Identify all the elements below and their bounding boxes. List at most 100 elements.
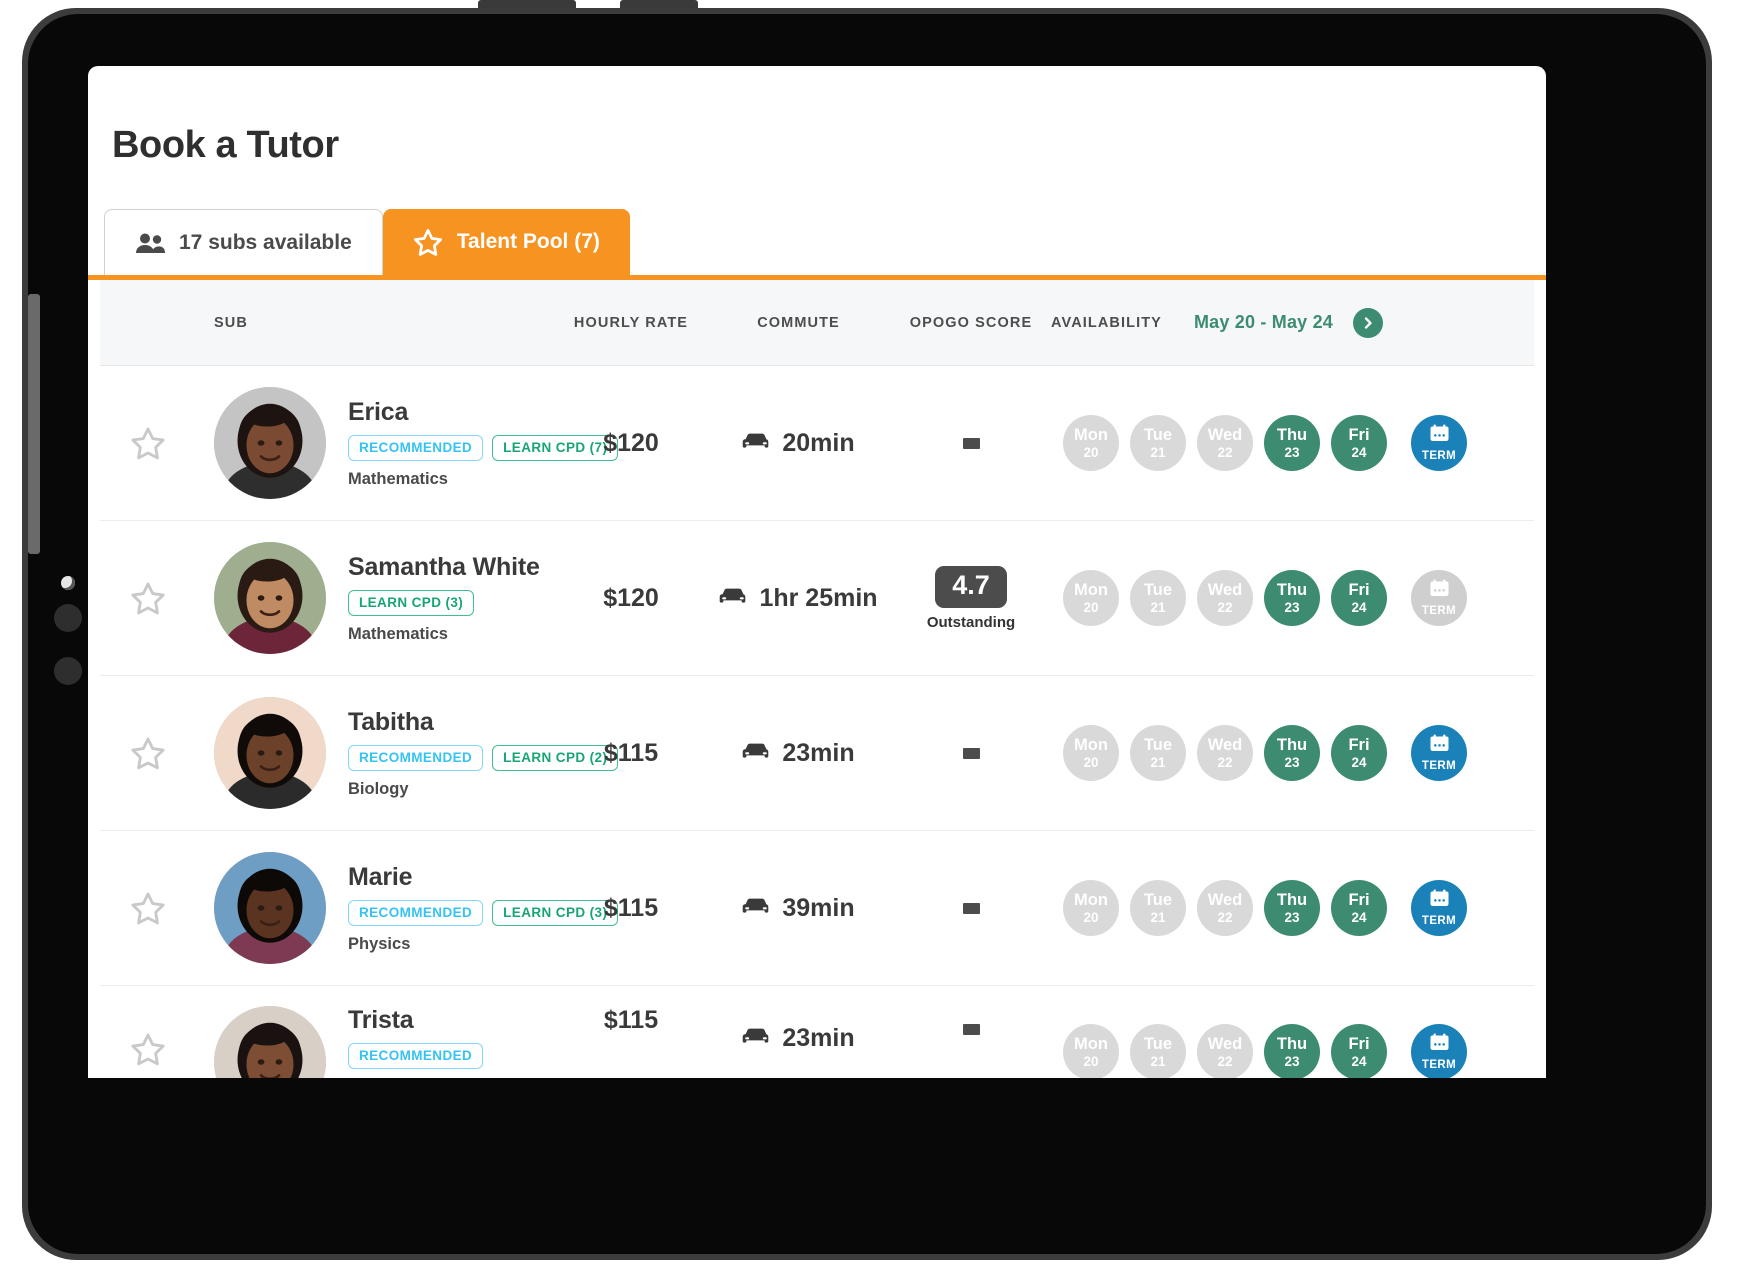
availability-day[interactable]: Wed 22 [1197,570,1253,626]
day-number: 24 [1351,1054,1367,1069]
hourly-rate-value: $115 [603,738,659,767]
hourly-rate-value: $115 [603,1006,659,1034]
tab-subs-available-label: 17 subs available [179,230,352,254]
favorite-star-icon[interactable] [100,891,196,926]
calendar-icon [1429,1033,1450,1057]
term-button[interactable]: TERM [1411,880,1467,936]
tab-bar: 17 subs available Talent Pool (7) [88,209,1546,280]
badge-recommended: RECOMMENDED [348,1043,484,1069]
sub-cell: Marie RECOMMENDED LEARN CPD (3) Physics [196,852,619,964]
favorite-star-icon[interactable] [100,426,196,461]
availability-day[interactable]: Fri 24 [1331,880,1387,936]
score-dash-icon [962,902,980,914]
day-name: Mon [1074,890,1108,909]
availability-day[interactable]: Tue 21 [1130,725,1186,781]
day-number: 21 [1150,910,1166,925]
day-name: Tue [1143,735,1173,754]
tab-talent-pool[interactable]: Talent Pool (7) [382,209,630,275]
header-opogo-score: OPOGO SCORE [909,314,1033,331]
favorite-cell [100,1006,196,1067]
availability-day[interactable]: Thu 23 [1264,725,1320,781]
sub-subject: Physics [348,934,411,953]
day-name: Tue [1143,580,1173,599]
opogo-score-cell [891,902,1051,914]
availability-day[interactable]: Tue 21 [1130,415,1186,471]
availability-day[interactable]: Mon 20 [1063,725,1119,781]
day-number: 22 [1217,600,1233,615]
score-value: 4.7 [935,565,1007,608]
term-label: TERM [1421,760,1457,772]
opogo-score-empty [891,747,1051,759]
availability-days: Mon 20 Tue 21 Wed 22 Thu 23 Fri 24 TERM [1051,570,1467,626]
favorite-star-icon[interactable] [100,581,196,616]
score-dash-icon [962,1024,980,1035]
device-side-button-2[interactable] [54,657,82,685]
availability-day[interactable]: Fri 24 [1331,1024,1387,1078]
term-button[interactable]: TERM [1411,1024,1467,1078]
table-row[interactable]: Marie RECOMMENDED LEARN CPD (3) Physics $… [100,831,1534,986]
day-name: Thu [1276,425,1308,444]
opogo-score-empty [891,437,1051,449]
table-header-row: SUB HOURLY RATE COMMUTE OPOGO SCORE AVAI… [100,280,1534,366]
day-number: 23 [1284,600,1300,615]
opogo-score-cell [891,747,1051,759]
availability-day[interactable]: Mon 20 [1063,415,1119,471]
availability-day[interactable]: Tue 21 [1130,570,1186,626]
day-name: Tue [1143,1034,1173,1053]
availability-day[interactable]: Thu 23 [1264,880,1320,936]
availability-day[interactable]: Thu 23 [1264,415,1320,471]
availability-day[interactable]: Wed 22 [1197,880,1253,936]
day-number: 24 [1351,910,1367,925]
favorite-star-icon[interactable] [100,736,196,771]
availability-day[interactable]: Wed 22 [1197,1024,1253,1078]
table-row[interactable]: Erica RECOMMENDED LEARN CPD (7) Mathemati… [100,366,1534,521]
availability-day[interactable]: Fri 24 [1331,415,1387,471]
tutor-table: SUB HOURLY RATE COMMUTE OPOGO SCORE AVAI… [100,280,1534,1078]
availability-day[interactable]: Mon 20 [1063,1024,1119,1078]
opogo-score-cell: 4.7 Outstanding [891,565,1051,631]
day-number: 21 [1150,1054,1166,1069]
sub-cell: Samantha White LEARN CPD (3) Mathematics [196,542,556,654]
tab-subs-available[interactable]: 17 subs available [104,209,383,275]
commute-value: 23min [706,1024,891,1053]
table-row[interactable]: Tabitha RECOMMENDED LEARN CPD (2) Biology… [100,676,1534,831]
day-name: Fri [1348,890,1370,909]
availability-day[interactable]: Thu 23 [1264,1024,1320,1078]
term-button[interactable]: TERM [1411,415,1467,471]
term-label: TERM [1421,450,1457,462]
car-icon [742,894,770,923]
sub-info: Marie RECOMMENDED LEARN CPD (3) Physics [348,863,619,954]
availability-day[interactable]: Wed 22 [1197,725,1253,781]
availability-cell: Mon 20 Tue 21 Wed 22 Thu 23 Fri 24 TERM [1051,880,1534,936]
favorite-star-icon[interactable] [100,1032,196,1067]
day-name: Tue [1143,890,1173,909]
sub-cell: Erica RECOMMENDED LEARN CPD (7) Mathemati… [196,387,619,499]
availability-day[interactable]: Thu 23 [1264,570,1320,626]
sub-subject: Biology [348,779,409,798]
day-name: Wed [1207,580,1243,599]
commute-value: 39min [706,894,891,923]
chevron-right-icon[interactable] [1353,307,1384,338]
availability-day[interactable]: Fri 24 [1331,570,1387,626]
day-number: 20 [1083,445,1099,460]
day-number: 23 [1284,910,1300,925]
term-button[interactable]: TERM [1411,570,1467,626]
day-name: Wed [1207,1034,1243,1053]
availability-day[interactable]: Mon 20 [1063,570,1119,626]
term-button[interactable]: TERM [1411,725,1467,781]
table-row[interactable]: Trista RECOMMENDED $115 23min Mon 20 Tue [100,986,1534,1078]
availability-day[interactable]: Mon 20 [1063,880,1119,936]
sub-name: Samantha White [348,552,540,581]
device-side-button-1[interactable] [54,604,82,632]
availability-day[interactable]: Tue 21 [1130,880,1186,936]
availability-day[interactable]: Fri 24 [1331,725,1387,781]
badge-recommended: RECOMMENDED [348,744,484,771]
table-row[interactable]: Samantha White LEARN CPD (3) Mathematics… [100,521,1534,676]
calendar-icon [1429,889,1450,913]
sub-cell: Tabitha RECOMMENDED LEARN CPD (2) Biology [196,697,619,809]
car-icon [742,429,770,458]
header-hourly-rate: HOURLY RATE [573,314,689,331]
availability-day[interactable]: Tue 21 [1130,1024,1186,1078]
day-name: Tue [1143,425,1173,444]
availability-day[interactable]: Wed 22 [1197,415,1253,471]
